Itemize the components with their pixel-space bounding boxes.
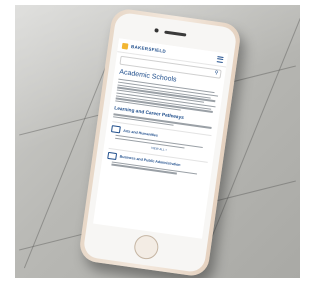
hamburger-menu-icon[interactable] [216,55,224,63]
phone-screen: BAKERSFIELD ⚲ Academic Schools Learning … [93,38,229,239]
university-logo-icon [121,42,129,50]
home-button[interactable] [132,233,160,261]
university-logo-text: BAKERSFIELD [130,44,167,54]
phone-front: BAKERSFIELD ⚲ Academic Schools Learning … [82,11,238,274]
earpiece-speaker [164,30,187,37]
photo-scene: BAKERSFIELD ⚲ Academic Schools Learning … [15,5,300,278]
arts-icon [110,125,121,134]
business-icon [107,151,118,161]
front-camera-icon [154,28,159,33]
smartphone: BAKERSFIELD ⚲ Academic Schools Learning … [77,7,243,278]
search-icon[interactable]: ⚲ [214,70,218,76]
